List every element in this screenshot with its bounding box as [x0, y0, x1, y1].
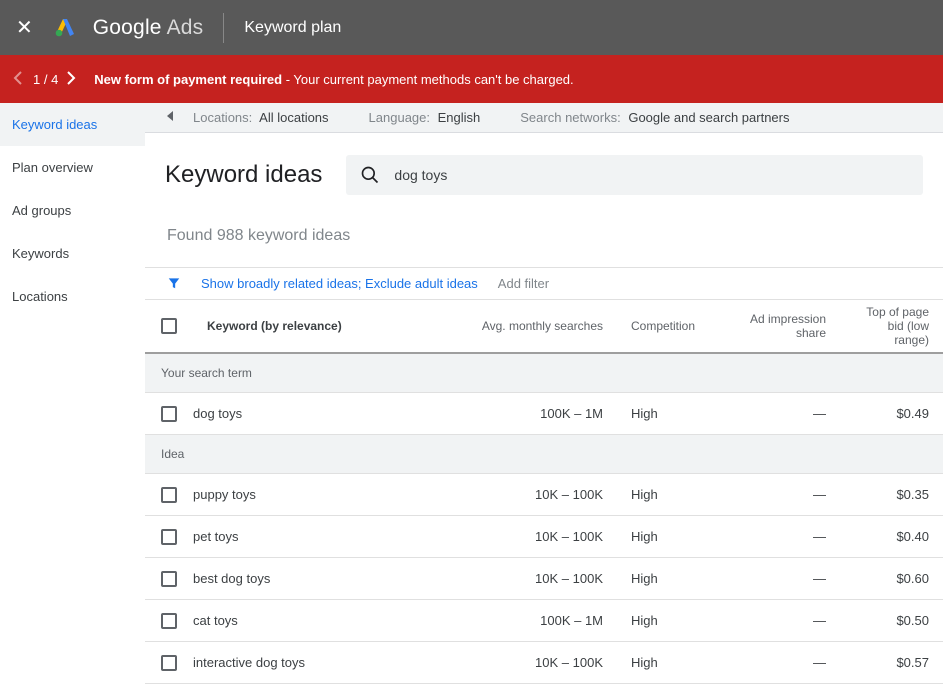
row-checkbox[interactable] — [161, 487, 177, 503]
close-icon[interactable]: ✕ — [16, 15, 33, 40]
row-checkbox[interactable] — [161, 655, 177, 671]
cell-impression: — — [725, 613, 840, 628]
cell-competition: High — [617, 406, 725, 421]
search-icon — [360, 165, 380, 185]
filter-icon[interactable] — [167, 276, 181, 290]
cell-avg-search: 100K – 1M — [455, 406, 617, 421]
cell-impression: — — [725, 571, 840, 586]
group-header: Your search term — [145, 354, 943, 393]
targeting-bar: Locations: All locations Language: Engli… — [145, 103, 943, 133]
cell-avg-search: 10K – 100K — [455, 529, 617, 544]
alert-prev-icon[interactable] — [13, 71, 25, 88]
cell-bid: $0.35 — [840, 487, 943, 502]
brand-name: Google Ads — [93, 16, 204, 40]
alert-message: New form of payment required - Your curr… — [94, 72, 573, 87]
alert-counter: 1 / 4 — [33, 72, 58, 87]
cell-competition: High — [617, 655, 725, 670]
add-filter-button[interactable]: Add filter — [498, 276, 549, 291]
row-checkbox[interactable] — [161, 571, 177, 587]
table-row: best dog toys10K – 100KHigh—$0.60 — [145, 558, 943, 600]
sidebar-item-plan-overview[interactable]: Plan overview — [0, 146, 145, 189]
cell-keyword: interactive dog toys — [193, 655, 455, 670]
sidebar-item-ad-groups[interactable]: Ad groups — [0, 189, 145, 232]
search-input[interactable] — [394, 167, 909, 183]
cell-keyword: cat toys — [193, 613, 455, 628]
targeting-networks-value: Google and search partners — [628, 110, 789, 125]
table-body: Your search termdog toys100K – 1MHigh—$0… — [145, 354, 943, 684]
section-title: Keyword plan — [244, 19, 341, 37]
filter-link[interactable]: Show broadly related ideas; Exclude adul… — [201, 276, 478, 291]
cell-impression: — — [725, 406, 840, 421]
app-header: ✕ Google Ads Keyword plan — [0, 0, 943, 55]
brand-google: Google — [93, 16, 162, 39]
targeting-language-value: English — [438, 110, 481, 125]
cell-competition: High — [617, 571, 725, 586]
cell-avg-search: 10K – 100K — [455, 655, 617, 670]
sidebar-item-keywords[interactable]: Keywords — [0, 232, 145, 275]
cell-keyword: pet toys — [193, 529, 455, 544]
targeting-locations[interactable]: Locations: All locations — [193, 110, 329, 125]
cell-competition: High — [617, 529, 725, 544]
targeting-networks[interactable]: Search networks: Google and search partn… — [520, 110, 789, 125]
targeting-networks-label: Search networks: — [520, 110, 620, 125]
cell-impression: — — [725, 655, 840, 670]
cell-impression: — — [725, 529, 840, 544]
col-header-keyword[interactable]: Keyword (by relevance) — [193, 311, 455, 341]
main-panel: Locations: All locations Language: Engli… — [145, 103, 943, 684]
collapse-panel-icon[interactable] — [165, 110, 175, 125]
cell-bid: $0.50 — [840, 613, 943, 628]
col-header-competition[interactable]: Competition — [617, 311, 725, 341]
targeting-language-label: Language: — [369, 110, 430, 125]
cell-bid: $0.57 — [840, 655, 943, 670]
row-checkbox[interactable] — [161, 529, 177, 545]
col-header-bid[interactable]: Top of page bid (low range) — [840, 297, 943, 355]
col-header-impression[interactable]: Ad impression share — [725, 304, 840, 348]
cell-impression: — — [725, 487, 840, 502]
search-field[interactable] — [346, 155, 923, 195]
cell-avg-search: 100K – 1M — [455, 613, 617, 628]
row-checkbox[interactable] — [161, 613, 177, 629]
row-checkbox[interactable] — [161, 406, 177, 422]
sidebar-item-keyword-ideas[interactable]: Keyword ideas — [0, 103, 145, 146]
brand-ads: Ads — [167, 16, 204, 39]
table-header-row: Keyword (by relevance) Avg. monthly sear… — [145, 300, 943, 354]
alert-next-icon[interactable] — [66, 71, 78, 88]
cell-keyword: best dog toys — [193, 571, 455, 586]
table-row: pet toys10K – 100KHigh—$0.40 — [145, 516, 943, 558]
cell-keyword: dog toys — [193, 406, 455, 421]
cell-avg-search: 10K – 100K — [455, 487, 617, 502]
sidebar-item-locations[interactable]: Locations — [0, 275, 145, 318]
alert-banner: 1 / 4 New form of payment required - You… — [0, 55, 943, 103]
table-row: dog toys100K – 1MHigh—$0.49 — [145, 393, 943, 435]
cell-avg-search: 10K – 100K — [455, 571, 617, 586]
targeting-locations-label: Locations: — [193, 110, 252, 125]
cell-competition: High — [617, 613, 725, 628]
cell-competition: High — [617, 487, 725, 502]
targeting-language[interactable]: Language: English — [369, 110, 481, 125]
result-count: Found 988 keyword ideas — [145, 217, 943, 267]
table-row: interactive dog toys10K – 100KHigh—$0.57 — [145, 642, 943, 684]
group-header: Idea — [145, 435, 943, 474]
cell-bid: $0.60 — [840, 571, 943, 586]
header-divider — [223, 13, 224, 43]
alert-message-rest: - Your current payment methods can't be … — [282, 72, 574, 87]
table-row: cat toys100K – 1MHigh—$0.50 — [145, 600, 943, 642]
page-title: Keyword ideas — [165, 161, 322, 189]
cell-bid: $0.40 — [840, 529, 943, 544]
filter-bar: Show broadly related ideas; Exclude adul… — [145, 267, 943, 300]
targeting-locations-value: All locations — [259, 110, 328, 125]
table-row: puppy toys10K – 100KHigh—$0.35 — [145, 474, 943, 516]
cell-bid: $0.49 — [840, 406, 943, 421]
sidebar: Keyword ideasPlan overviewAd groupsKeywo… — [0, 103, 145, 684]
cell-keyword: puppy toys — [193, 487, 455, 502]
col-header-avg-search[interactable]: Avg. monthly searches — [455, 311, 617, 341]
select-all-checkbox[interactable] — [161, 318, 177, 334]
google-ads-logo-icon — [53, 14, 77, 41]
alert-message-bold: New form of payment required — [94, 72, 282, 87]
